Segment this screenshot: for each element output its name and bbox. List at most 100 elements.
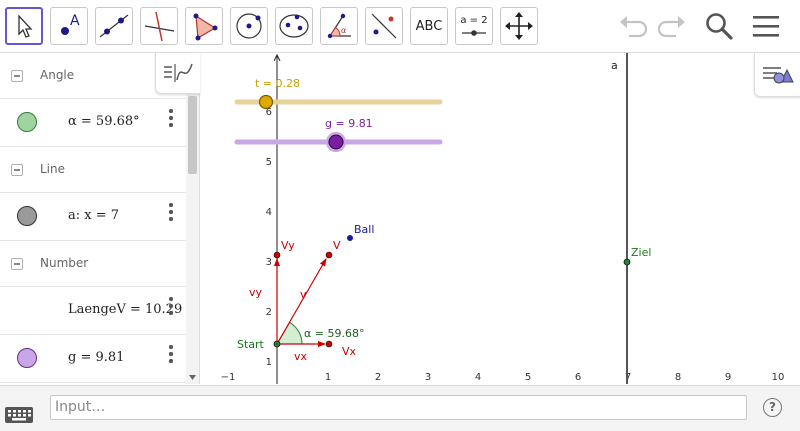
perpendicular-line-tool-button[interactable]	[140, 7, 178, 45]
x-tick-label: 2	[375, 372, 381, 383]
circle-tool-button[interactable]	[230, 7, 268, 45]
group-header-line[interactable]: Line	[0, 147, 186, 193]
y-tick-label: 5	[266, 157, 272, 168]
angle-tool-button[interactable]: α	[320, 7, 358, 45]
point-ziel-label: Ziel	[631, 246, 651, 259]
angle-alpha-label: α = 59.68°	[304, 327, 364, 340]
algebra-item-alpha[interactable]: α = 59.68°	[0, 99, 186, 147]
x-tick-label: 6	[575, 372, 581, 383]
line-icon	[99, 14, 129, 38]
x-tick-label: 10	[772, 372, 785, 383]
angle-icon: α	[327, 13, 351, 39]
slider-g-label: g = 9.81	[325, 117, 373, 130]
group-label: Angle	[40, 68, 75, 82]
algebra-item-text[interactable]: g = 9.81	[68, 350, 124, 365]
slider-tool-button[interactable]: a = 2	[455, 7, 493, 45]
y-tick-label: 3	[266, 257, 272, 268]
vector-v-label: v	[300, 288, 307, 301]
search-icon[interactable]	[701, 8, 737, 44]
algebra-input-field[interactable]: Input…	[50, 395, 747, 420]
algebra-item-g[interactable]: g = 9.81	[0, 335, 186, 383]
algebra-scrollbar-thumb[interactable]	[188, 96, 197, 174]
algebra-style-bar-button[interactable]	[155, 53, 200, 94]
slider-g-handle[interactable]	[328, 134, 344, 150]
point-ball-label: Ball	[354, 223, 374, 236]
graph-toggle-icon	[164, 63, 193, 82]
graphics-canvas[interactable]: −1 1 2 3 4 5 6 7 8 9 10 1 2 3 4 5 6 a t …	[200, 53, 800, 384]
ellipse-tool-button[interactable]	[275, 7, 313, 45]
text-tool-button[interactable]: ABC	[410, 7, 448, 45]
point-vy[interactable]	[273, 251, 281, 259]
x-tick-label: −1	[221, 372, 236, 383]
move-graphics-tool-button[interactable]	[500, 7, 538, 45]
algebra-item-line-a[interactable]: a: x = 7	[0, 193, 186, 241]
x-axis-labels: −1 1 2 3 4 5 6 7 8 9 10	[221, 372, 785, 383]
slider-t-handle[interactable]	[258, 94, 274, 110]
undo-icon[interactable]	[615, 8, 651, 44]
point-start-label: Start	[237, 338, 265, 351]
ellipse-icon	[279, 14, 309, 38]
group-header-number[interactable]: Number	[0, 241, 186, 287]
visibility-toggle-icon[interactable]	[17, 348, 37, 368]
y-axis-labels: 1 2 3 4 5 6	[266, 107, 272, 368]
cursor-arrow-icon	[18, 14, 33, 38]
collapse-icon[interactable]	[11, 164, 23, 176]
slider-t-label: t = 0.28	[255, 77, 300, 90]
more-options-icon[interactable]	[164, 201, 178, 223]
algebra-view: Angle α = 59.68° Line a: x = 7 Number La…	[0, 53, 200, 384]
x-tick-label: 1	[325, 372, 331, 383]
scroll-down-icon[interactable]	[186, 372, 199, 384]
line-tool-button[interactable]	[95, 7, 133, 45]
move-arrows-icon	[505, 12, 533, 40]
x-tick-label: 8	[675, 372, 681, 383]
visibility-toggle-icon[interactable]	[17, 112, 37, 132]
point-icon: A	[61, 13, 80, 35]
circle-icon	[236, 13, 262, 39]
redo-icon[interactable]	[654, 8, 690, 44]
x-tick-label: 3	[425, 372, 431, 383]
move-tool-button[interactable]	[5, 7, 43, 45]
angle-alpha-sector[interactable]	[276, 321, 303, 345]
x-tick-label: 9	[725, 372, 731, 383]
perpendicular-line-icon	[144, 11, 175, 42]
more-options-icon[interactable]	[164, 295, 178, 317]
algebra-item-text[interactable]: α = 59.68°	[68, 114, 140, 129]
point-tool-button[interactable]: A	[50, 7, 88, 45]
point-ball[interactable]	[347, 235, 353, 241]
vector-vy-label: vy	[249, 286, 263, 299]
group-label: Number	[40, 256, 89, 270]
more-options-icon[interactable]	[164, 107, 178, 129]
collapse-icon[interactable]	[11, 70, 23, 82]
point-v[interactable]	[325, 251, 333, 259]
point-vx-label: Vx	[342, 345, 357, 358]
polygon-icon	[193, 13, 218, 41]
polygon-tool-button[interactable]	[185, 7, 223, 45]
menu-icon[interactable]	[748, 8, 784, 44]
slider-icon	[462, 30, 486, 36]
visibility-toggle-icon[interactable]	[17, 206, 37, 226]
reflect-tool-button[interactable]	[365, 7, 403, 45]
keyboard-icon[interactable]	[4, 405, 34, 427]
style-bar-icon	[763, 67, 794, 84]
vector-vx-label: vx	[294, 350, 308, 363]
toolbar: A α ABC a = 2	[0, 0, 800, 53]
input-bar: Input… ?	[0, 385, 800, 431]
point-vy-label: Vy	[281, 239, 295, 252]
y-tick-label: 1	[266, 357, 272, 368]
x-tick-label: 4	[475, 372, 481, 383]
graphics-style-bar-button[interactable]	[754, 53, 800, 97]
reflect-icon	[371, 13, 397, 39]
y-tick-label: 4	[266, 207, 272, 218]
svg-text:A: A	[70, 13, 80, 29]
text-tool-label: ABC	[415, 18, 443, 34]
help-icon[interactable]: ?	[763, 398, 782, 417]
algebra-item-laengev[interactable]: LaengeV = 10.29	[0, 287, 186, 335]
point-vx[interactable]	[325, 340, 333, 348]
more-options-icon[interactable]	[164, 343, 178, 365]
point-start[interactable]	[273, 340, 281, 348]
collapse-icon[interactable]	[11, 258, 23, 270]
algebra-item-text[interactable]: a: x = 7	[68, 208, 119, 223]
point-ziel[interactable]	[623, 258, 631, 266]
graphics-view[interactable]: −1 1 2 3 4 5 6 7 8 9 10 1 2 3 4 5 6 a t …	[200, 53, 800, 384]
svg-text:α: α	[341, 26, 346, 35]
